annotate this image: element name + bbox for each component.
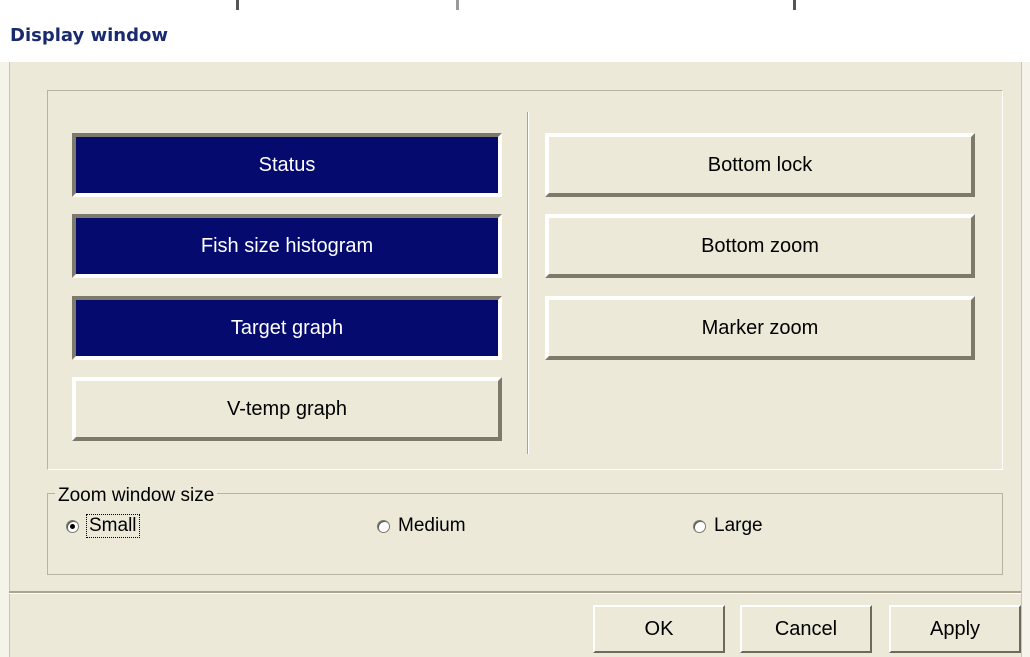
zoom-window-size-label: Zoom window size	[55, 485, 218, 507]
bottom-lock-button-label: Bottom lock	[707, 153, 813, 176]
status-button-label: Status	[258, 153, 316, 176]
bottom-zoom-button-label: Bottom zoom	[701, 234, 819, 257]
title-bar[interactable]: Display window	[0, 10, 1030, 62]
fish-size-histogram-button-label: Fish size histogram	[200, 234, 374, 257]
target-graph-button-label: Target graph	[230, 316, 344, 339]
v-temp-graph-button-label: V-temp graph	[226, 397, 348, 420]
radio-large-indicator[interactable]	[693, 519, 706, 533]
ok-button[interactable]: OK	[593, 605, 725, 653]
ok-button-label: OK	[644, 617, 674, 640]
fish-size-histogram-button[interactable]: Fish size histogram	[72, 214, 502, 278]
marker-zoom-button[interactable]: Marker zoom	[545, 296, 975, 360]
dialog-left-edge	[0, 62, 10, 657]
window-title: Display window	[10, 25, 168, 46]
panel-divider	[527, 112, 528, 454]
radio-large[interactable]: Large	[693, 515, 763, 537]
target-graph-button[interactable]: Target graph	[72, 296, 502, 360]
bottom-zoom-button[interactable]: Bottom zoom	[545, 214, 975, 278]
radio-medium[interactable]: Medium	[377, 515, 466, 537]
radio-large-label: Large	[714, 515, 763, 536]
cancel-button[interactable]: Cancel	[740, 605, 872, 653]
cancel-button-label: Cancel	[774, 617, 838, 640]
apply-button[interactable]: Apply	[889, 605, 1021, 653]
top-mark	[456, 0, 459, 10]
radio-small-indicator[interactable]	[66, 519, 79, 533]
top-mark	[236, 0, 239, 10]
radio-medium-indicator[interactable]	[377, 519, 390, 533]
dialog-right-edge	[1021, 62, 1030, 657]
radio-small-label: Small	[86, 514, 140, 538]
radio-medium-label: Medium	[398, 515, 466, 536]
footer-separator	[9, 591, 1021, 593]
radio-small[interactable]: Small	[66, 514, 140, 538]
v-temp-graph-button[interactable]: V-temp graph	[72, 377, 502, 441]
status-button[interactable]: Status	[72, 133, 502, 197]
apply-button-label: Apply	[929, 617, 981, 640]
marker-zoom-button-label: Marker zoom	[701, 316, 819, 339]
top-mark	[793, 0, 796, 10]
bottom-lock-button[interactable]: Bottom lock	[545, 133, 975, 197]
